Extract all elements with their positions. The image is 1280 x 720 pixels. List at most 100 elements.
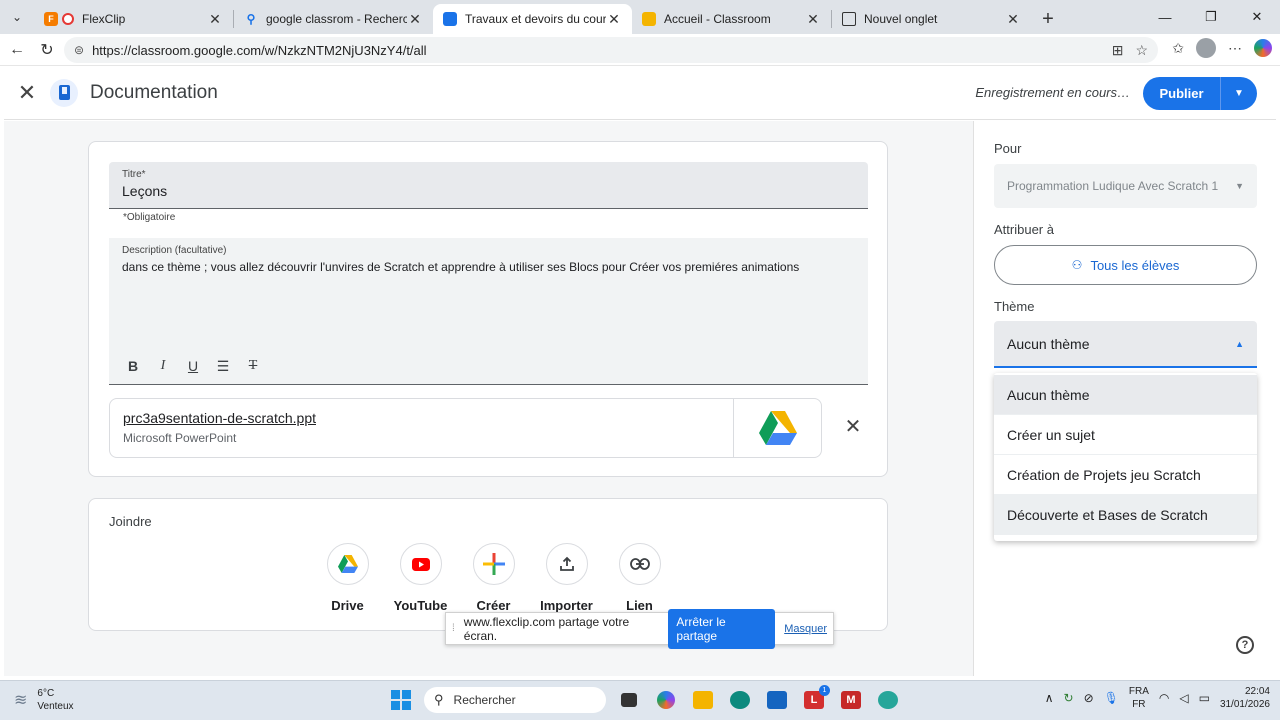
browser-tab-flexclip[interactable]: F FlexClip ✕: [34, 4, 233, 34]
class-select-value: Programmation Ludique Avec Scratch 1: [1007, 179, 1219, 193]
profile-avatar[interactable]: [1196, 38, 1216, 58]
store-icon[interactable]: [763, 685, 791, 715]
close-tab-icon[interactable]: ✕: [805, 11, 821, 28]
tab-title: Accueil - Classroom: [664, 12, 771, 26]
app-available-icon[interactable]: ⊞: [1112, 42, 1124, 59]
new-tab-button[interactable]: +: [1031, 4, 1065, 34]
clear-formatting-icon[interactable]: T: [241, 354, 265, 378]
browser-tabstrip: ⌄ F FlexClip ✕ ⚲ google classrom - Reche…: [0, 0, 1280, 34]
help-icon[interactable]: ?: [1236, 636, 1254, 654]
details-card: Titre* Leçons *Obligatoire Description (…: [88, 141, 888, 477]
network-off-icon[interactable]: ⊘: [1084, 691, 1094, 705]
theme-label: Thème: [994, 299, 1035, 314]
publish-button[interactable]: Publier: [1143, 77, 1221, 110]
bulleted-list-icon[interactable]: ☰: [211, 354, 235, 378]
bookmark-star-icon[interactable]: ☆: [1135, 42, 1148, 59]
close-tab-icon[interactable]: ✕: [207, 11, 223, 28]
people-icon: ⚇: [1071, 258, 1083, 272]
bold-icon[interactable]: B: [121, 354, 145, 378]
wifi-icon[interactable]: ◠: [1159, 691, 1169, 705]
microphone-icon[interactable]: 🎙: [1104, 691, 1119, 705]
close-icon[interactable]: ✕: [4, 66, 50, 120]
search-icon: ⚲: [434, 692, 444, 707]
attachment-chip[interactable]: prc3a9sentation-de-scratch.ppt Microsoft…: [109, 398, 822, 458]
assign-students-button[interactable]: ⚇ Tous les élèves: [994, 245, 1257, 285]
copilot-app-icon[interactable]: [652, 685, 680, 715]
volume-icon[interactable]: ◁: [1179, 691, 1188, 705]
theme-option-create-topic[interactable]: Créer un sujet: [994, 415, 1257, 455]
close-tab-icon[interactable]: ✕: [1005, 11, 1021, 28]
attachment-filename[interactable]: prc3a9sentation-de-scratch.ppt: [123, 410, 720, 426]
theme-option-discovery[interactable]: Découverte et Bases de Scratch: [994, 495, 1257, 535]
file-explorer-icon[interactable]: [689, 685, 717, 715]
attach-drive-button[interactable]: Drive: [311, 543, 384, 613]
attach-heading: Joindre: [109, 514, 152, 529]
stop-sharing-button[interactable]: Arrêter le partage: [668, 608, 776, 649]
task-view-icon[interactable]: [615, 685, 643, 715]
attach-create-label: Créer: [476, 598, 511, 613]
url-bar[interactable]: ⊜ https://classroom.google.com/w/NzkzNTM…: [64, 37, 1158, 63]
underline-icon[interactable]: U: [181, 354, 205, 378]
required-note: *Obligatoire: [123, 212, 176, 223]
app-circle-icon[interactable]: [874, 685, 902, 715]
language-indicator[interactable]: FRA FR: [1129, 685, 1149, 711]
attach-create-button[interactable]: Créer: [457, 543, 530, 613]
attach-link-button[interactable]: Lien: [603, 543, 676, 613]
google-drive-icon: [758, 411, 797, 445]
tab-title: FlexClip: [82, 12, 126, 26]
more-menu-icon[interactable]: ⋯: [1228, 40, 1242, 57]
attach-upload-button[interactable]: Importer: [530, 543, 603, 613]
description-field[interactable]: Description (facultative) dans ce thème …: [109, 238, 868, 385]
theme-option-projects[interactable]: Création de Projets jeu Scratch: [994, 455, 1257, 495]
clock[interactable]: 22:04 31/01/2026: [1220, 685, 1270, 711]
theme-select[interactable]: Aucun thème ▲: [994, 321, 1257, 368]
browser-tab-travaux[interactable]: Travaux et devoirs du cours Programmatio…: [433, 4, 632, 34]
close-tab-icon[interactable]: ✕: [606, 11, 622, 28]
lang-code: FRA: [1128, 686, 1149, 697]
recording-icon: [62, 13, 74, 25]
attach-youtube-button[interactable]: YouTube: [384, 543, 457, 613]
assignment-sidebar: Pour Programmation Ludique Avec Scratch …: [973, 121, 1276, 676]
close-window-icon[interactable]: ✕: [1234, 0, 1280, 34]
theme-option-none[interactable]: Aucun thème: [994, 375, 1257, 415]
app-l-icon[interactable]: L 1: [800, 685, 830, 715]
description-label: Description (facultative): [122, 245, 227, 256]
taskbar-search[interactable]: ⚲ Rechercher: [424, 687, 606, 713]
sync-icon[interactable]: ↻: [1064, 691, 1074, 705]
clock-time: 22:04: [1244, 686, 1270, 697]
browser-tab-search[interactable]: ⚲ google classrom - Recherche ✕: [234, 4, 433, 34]
weather-widget[interactable]: ≋ 6°C Venteux: [14, 687, 74, 713]
maximize-icon[interactable]: ❐: [1188, 0, 1234, 34]
close-tab-icon[interactable]: ✕: [407, 11, 423, 28]
reload-icon[interactable]: ↻: [32, 35, 62, 65]
browser-tab-classroom[interactable]: Accueil - Classroom ✕: [632, 4, 831, 34]
drag-handle-icon[interactable]: ⁞: [452, 623, 455, 634]
attach-upload-circle: [545, 543, 588, 585]
show-hidden-icons-icon[interactable]: ∧: [1045, 691, 1054, 705]
mcafee-icon[interactable]: M: [837, 685, 865, 715]
attachment-info: prc3a9sentation-de-scratch.ppt Microsoft…: [110, 399, 733, 457]
hide-banner-link[interactable]: Masquer: [784, 623, 827, 635]
copilot-icon[interactable]: [1254, 39, 1272, 57]
theme-select-value: Aucun thème: [1007, 335, 1090, 352]
tab-actions-menu[interactable]: ⌄: [0, 0, 34, 34]
site-info-icon[interactable]: ⊜: [74, 43, 84, 57]
edge-browser-icon[interactable]: [726, 685, 754, 715]
back-arrow-icon[interactable]: ←: [2, 35, 32, 65]
browser-toolbar: ✩ ⋯: [1172, 38, 1272, 58]
weather-temp: 6°C: [37, 688, 55, 699]
minimize-icon[interactable]: —: [1142, 0, 1188, 34]
italic-icon[interactable]: I: [151, 354, 175, 378]
new-tab-page-icon: [842, 12, 856, 26]
favorites-icon[interactable]: ✩: [1172, 40, 1184, 57]
title-field[interactable]: Titre* Leçons: [109, 162, 868, 209]
battery-icon[interactable]: ▭: [1199, 691, 1210, 705]
publish-options-icon[interactable]: ▼: [1221, 77, 1257, 110]
drive-thumbnail: [733, 399, 821, 457]
start-button[interactable]: [387, 685, 415, 715]
browser-tab-new[interactable]: Nouvel onglet ✕: [832, 4, 1031, 34]
class-select[interactable]: Programmation Ludique Avec Scratch 1 ▼: [994, 164, 1257, 208]
remove-attachment-icon[interactable]: ✕: [841, 414, 865, 438]
theme-dropdown-menu: Aucun thème Créer un sujet Création de P…: [994, 373, 1257, 541]
wind-icon: ≋: [14, 692, 28, 709]
